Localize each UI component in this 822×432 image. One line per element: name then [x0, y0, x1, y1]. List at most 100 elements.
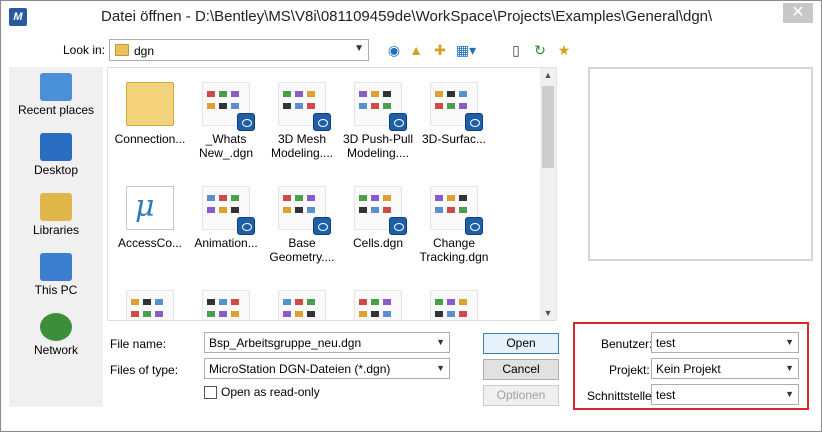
scroll-down-icon[interactable]: ▼ [540, 308, 556, 318]
thumbnail-tile [383, 195, 391, 201]
file-item[interactable]: Cells.dgn [340, 186, 416, 250]
file-item[interactable]: 3D Mesh Modeling.... [264, 82, 340, 160]
file-item[interactable] [112, 290, 188, 320]
file-open-dialog: M Datei öffnen - D:\Bentley\MS\V8i\08110… [0, 0, 822, 432]
thumbnail-tile [307, 207, 315, 213]
projekt-select[interactable]: Kein Projekt ▼ [651, 358, 799, 379]
thumbnail-tile [283, 299, 291, 305]
desktop-icon [40, 133, 72, 161]
cancel-button[interactable]: Cancel [483, 359, 559, 380]
filetype-select[interactable]: MicroStation DGN-Dateien (*.dgn) ▼ [204, 358, 450, 379]
thumbnail-tile [143, 299, 151, 305]
projekt-label: Projekt: [609, 363, 650, 377]
benutzer-value: test [656, 336, 676, 350]
file-item[interactable]: 3D-Surfac... [416, 82, 492, 146]
file-item[interactable] [340, 290, 416, 320]
dgn-file-icon [278, 186, 331, 235]
chevron-down-icon[interactable]: ▼ [785, 389, 794, 399]
back-icon[interactable]: ◉ [385, 41, 403, 59]
file-item[interactable] [188, 290, 264, 320]
new-folder-icon[interactable]: ✚ [431, 41, 449, 59]
file-name-line1: Animation... [194, 236, 258, 250]
thumbnail-tile [219, 299, 227, 305]
dgn-file-icon [278, 290, 326, 320]
thumbnail-tile [219, 195, 227, 201]
benutzer-select[interactable]: test ▼ [651, 332, 799, 353]
close-button[interactable]: ✕ [783, 3, 813, 23]
place-label: This PC [34, 283, 78, 297]
thumbnail-tile [359, 91, 367, 97]
microstation-exe-icon: μ [126, 186, 174, 230]
thumbnail-tile [295, 195, 303, 201]
place-libraries[interactable]: Libraries [9, 187, 103, 243]
lookin-combo[interactable]: dgn ▼ [109, 39, 369, 61]
thumbnail-tile [383, 103, 391, 109]
thumbnail-tile [231, 207, 239, 213]
file-name-line1: Cells.dgn [352, 236, 404, 250]
vertical-scrollbar[interactable]: ▲ ▼ [540, 68, 556, 320]
thumbnail-tile [371, 195, 379, 201]
dgn-file-icon [354, 82, 407, 131]
sync-icon[interactable]: ↻ [531, 41, 549, 59]
thumbnail-tile [435, 103, 443, 109]
file-item[interactable]: _Whats New_.dgn [188, 82, 264, 160]
file-item[interactable]: Connection... [112, 82, 188, 146]
file-item[interactable]: Animation... [188, 186, 264, 250]
thumbnail-tile [359, 103, 367, 109]
thumbnail-tile [359, 195, 367, 201]
filename-input[interactable]: Bsp_Arbeitsgruppe_neu.dgn ▼ [204, 332, 450, 353]
chevron-down-icon[interactable]: ▼ [436, 337, 445, 347]
thumbnail-tile [231, 91, 239, 97]
schnittstelle-select[interactable]: test ▼ [651, 384, 799, 405]
favorite-folder-icon[interactable]: ★ [555, 41, 573, 59]
file-name-line1: AccessCo... [117, 236, 183, 250]
file-name: 3D-Surfac... [416, 132, 492, 146]
file-list[interactable]: Connection... _Whats New_.dgn 3D Mesh Modeli… [107, 67, 557, 321]
file-name: Change Tracking.dgn [416, 236, 492, 264]
scroll-thumb[interactable] [542, 86, 554, 168]
file-name: 3D Push-Pull Modeling.... [340, 132, 416, 160]
thumbnail-tile [459, 299, 467, 305]
readonly-checkbox[interactable] [204, 386, 217, 399]
place-network[interactable]: Network [9, 307, 103, 363]
thumbnail-tile [371, 299, 379, 305]
file-name: Base Geometry.... [264, 236, 340, 264]
libraries-icon [40, 193, 72, 221]
file-item[interactable]: 3D Push-Pull Modeling.... [340, 82, 416, 160]
chevron-down-icon[interactable]: ▼ [436, 363, 445, 373]
readonly-label[interactable]: Open as read-only [221, 385, 320, 399]
eye-icon [313, 217, 331, 235]
thumbnail-tile [295, 311, 303, 317]
new-file-icon[interactable]: ▯ [507, 41, 525, 59]
thumbnail-tile [447, 103, 455, 109]
thumbnail-tile [371, 103, 379, 109]
open-button[interactable]: Open [483, 333, 559, 354]
file-name-line2: Modeling.... [346, 146, 410, 160]
projekt-value: Kein Projekt [656, 362, 721, 376]
file-item[interactable] [264, 290, 340, 320]
file-item[interactable]: Change Tracking.dgn [416, 186, 492, 264]
view-menu-icon[interactable]: ▦▾ [453, 41, 479, 59]
file-name-line1: Base [288, 236, 316, 250]
folder-icon [126, 82, 174, 126]
place-this-pc[interactable]: This PC [9, 247, 103, 303]
thumbnail-tile [459, 207, 467, 213]
chevron-down-icon[interactable]: ▼ [785, 337, 794, 347]
recent-places-icon [40, 73, 72, 101]
file-item[interactable] [416, 290, 492, 320]
thumbnail-tile [447, 195, 455, 201]
place-desktop[interactable]: Desktop [9, 127, 103, 183]
place-recent[interactable]: Recent places [9, 67, 103, 123]
thumbnail-tile [295, 103, 303, 109]
file-item[interactable]: Base Geometry.... [264, 186, 340, 264]
file-name-line2: Tracking.dgn [419, 250, 489, 264]
chevron-down-icon[interactable]: ▼ [785, 363, 794, 373]
file-name-line1: Change [432, 236, 476, 250]
thumbnail-tile [231, 311, 239, 317]
options-button[interactable]: Optionen [483, 385, 559, 406]
place-label: Network [33, 343, 78, 357]
up-folder-icon[interactable]: ▲ [407, 41, 425, 59]
dgn-file-icon [278, 82, 331, 131]
file-item[interactable]: μ AccessCo... [112, 186, 188, 250]
scroll-up-icon[interactable]: ▲ [540, 70, 556, 80]
